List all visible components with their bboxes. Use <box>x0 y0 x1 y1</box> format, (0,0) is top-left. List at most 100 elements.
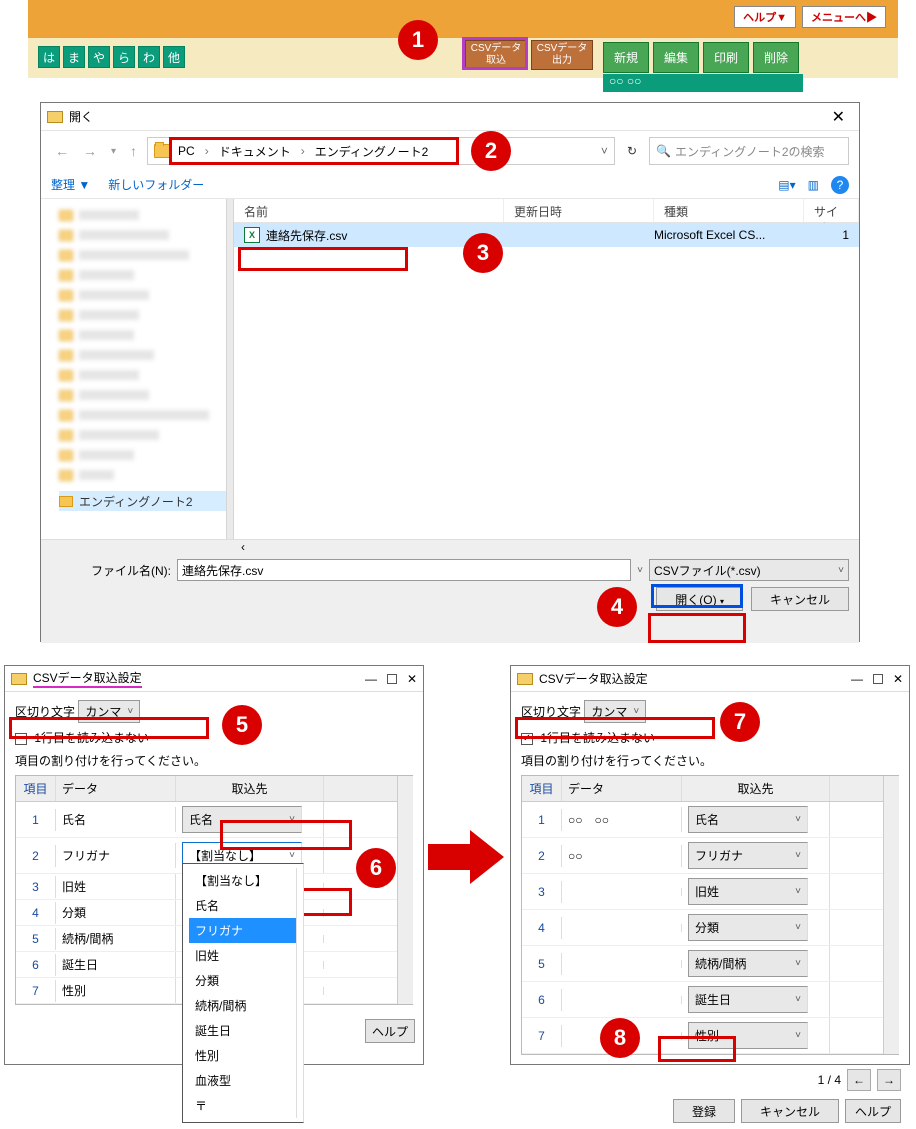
skip-first-checkbox[interactable] <box>15 733 27 745</box>
kana-wa[interactable]: わ <box>138 46 160 68</box>
folder-tree[interactable]: エンディングノート2 <box>41 199 226 539</box>
search-input[interactable]: 🔍 エンディングノート2の検索 <box>649 137 849 165</box>
close-icon[interactable]: ✕ <box>407 672 417 686</box>
kana-ma[interactable]: ま <box>63 46 85 68</box>
target-select[interactable]: 続柄/間柄˅ <box>688 950 808 977</box>
view-icon[interactable]: ▤▾ <box>778 178 795 192</box>
col-name[interactable]: 名前 <box>234 199 504 222</box>
target-select[interactable]: 旧姓˅ <box>688 878 808 905</box>
kana-ha[interactable]: は <box>38 46 60 68</box>
dropdown-option[interactable]: 〒 <box>189 1093 297 1118</box>
target-select[interactable]: 分類˅ <box>688 914 808 941</box>
maximize-icon[interactable] <box>873 674 883 684</box>
address-bar[interactable]: PC› ドキュメント› エンディングノート2 ˅ <box>147 137 615 165</box>
target-select[interactable]: 性別˅ <box>688 1022 808 1049</box>
nav-recent[interactable]: ▾ <box>107 146 120 157</box>
excel-icon: X <box>244 227 260 243</box>
target-select[interactable]: 氏名˅ <box>182 806 302 833</box>
file-name: 連絡先保存.csv <box>266 227 347 244</box>
print-button[interactable]: 印刷 <box>703 42 749 73</box>
delimiter-select[interactable]: カンマ˅ <box>584 700 646 723</box>
dropdown-option[interactable]: 旧姓 <box>189 943 297 968</box>
dropdown-option[interactable]: 分類 <box>189 968 297 993</box>
kana-ra[interactable]: ら <box>113 46 135 68</box>
edit-button[interactable]: 編集 <box>653 42 699 73</box>
skip-first-label: 1行目を読み込まない <box>34 731 149 745</box>
tree-selected[interactable]: エンディングノート2 <box>79 493 193 510</box>
badge-1: 1 <box>398 20 438 60</box>
help-icon[interactable]: ? <box>831 176 849 194</box>
kana-ya[interactable]: や <box>88 46 110 68</box>
table-row: 1氏名氏名˅ <box>16 802 412 838</box>
dropdown-option[interactable]: 誕生日 <box>189 1018 297 1043</box>
badge-4: 4 <box>597 587 637 627</box>
page-prev[interactable]: ← <box>847 1069 871 1091</box>
highlight-3 <box>238 247 408 271</box>
arrow-icon <box>428 822 508 892</box>
badge-7: 7 <box>720 702 760 742</box>
filename-input[interactable] <box>177 559 631 581</box>
refresh-icon[interactable]: ↻ <box>621 144 643 158</box>
file-row[interactable]: X 連絡先保存.csv Microsoft Excel CS... 1 <box>234 223 859 247</box>
dropdown-option[interactable]: 氏名 <box>189 893 297 918</box>
crumb-pc[interactable]: PC <box>178 144 195 158</box>
close-icon[interactable]: ✕ <box>824 107 853 127</box>
target-select[interactable]: 【割当なし】˅【割当なし】氏名フリガナ旧姓分類続柄/間柄誕生日性別血液型〒 <box>182 842 302 869</box>
target-select[interactable]: 誕生日˅ <box>688 986 808 1013</box>
nav-back[interactable]: ← <box>51 143 73 159</box>
help-button[interactable]: ヘルプ <box>365 1019 415 1043</box>
delete-button[interactable]: 削除 <box>753 42 799 73</box>
maximize-icon[interactable] <box>387 674 397 684</box>
dropdown-option[interactable]: 血液型 <box>189 1068 297 1093</box>
col-date[interactable]: 更新日時 <box>504 199 654 222</box>
dropdown-option[interactable]: 性別 <box>189 1043 297 1068</box>
delimiter-select[interactable]: カンマ˅ <box>78 700 140 723</box>
crumb-folder[interactable]: エンディングノート2 <box>315 143 429 160</box>
file-filter[interactable]: CSVファイル(*.csv)˅ <box>649 559 849 581</box>
nav-up[interactable]: ↑ <box>126 143 141 159</box>
badge-5: 5 <box>222 705 262 745</box>
dropdown-option[interactable]: フリガナ <box>189 918 297 943</box>
assign-msg: 項目の割り付けを行ってください。 <box>15 752 413 769</box>
close-icon[interactable]: ✕ <box>893 672 903 686</box>
help-button[interactable]: ヘルプ <box>845 1099 901 1123</box>
dropdown-option[interactable]: 【割当なし】 <box>189 868 297 893</box>
new-folder[interactable]: 新しいフォルダー <box>108 176 204 193</box>
file-type: Microsoft Excel CS... <box>654 228 804 242</box>
menu-button[interactable]: メニューへ▶ <box>802 6 886 28</box>
csv-import-button[interactable]: CSVデータ 取込 <box>465 40 527 70</box>
help-button[interactable]: ヘルプ▼ <box>734 6 796 28</box>
csv-export-button[interactable]: CSVデータ 出力 <box>531 40 593 70</box>
target-select[interactable]: フリガナ˅ <box>688 842 808 869</box>
delimiter-label: 区切り文字 <box>15 705 75 719</box>
cancel-button[interactable]: キャンセル <box>751 587 849 611</box>
nav-fwd[interactable]: → <box>79 143 101 159</box>
target-select[interactable]: 氏名˅ <box>688 806 808 833</box>
kana-other[interactable]: 他 <box>163 46 185 68</box>
new-button[interactable]: 新規 <box>603 42 649 73</box>
register-button[interactable]: 登録 <box>673 1099 735 1123</box>
crumb-documents[interactable]: ドキュメント <box>219 143 291 160</box>
book-icon <box>47 111 63 123</box>
csv-config-right: CSVデータ取込設定 — ✕ 区切り文字 カンマ˅ ✓ 1行目を読み込まない 項… <box>510 665 910 1065</box>
open-button[interactable]: 開く(O) ▾ <box>656 587 743 611</box>
col-size[interactable]: サイズ <box>804 199 859 222</box>
organize-menu[interactable]: 整理 ▼ <box>51 176 90 193</box>
chevron-down-icon[interactable]: ˅ <box>595 144 614 158</box>
file-size: 1 <box>804 228 859 242</box>
badge-3: 3 <box>463 233 503 273</box>
skip-first-checkbox[interactable]: ✓ <box>521 733 533 745</box>
splitter[interactable] <box>226 199 234 539</box>
col-type[interactable]: 種類 <box>654 199 804 222</box>
preview-icon[interactable]: ▥ <box>808 178 819 192</box>
table-row: 2フリガナ【割当なし】˅【割当なし】氏名フリガナ旧姓分類続柄/間柄誕生日性別血液… <box>16 838 412 874</box>
scrollbar[interactable] <box>397 776 413 1004</box>
scrollbar[interactable] <box>883 776 899 1054</box>
open-dialog: 開く ✕ ← → ▾ ↑ PC› ドキュメント› エンディングノート2 ˅ ↻ … <box>40 102 860 642</box>
open-dialog-title: 開く <box>69 108 93 125</box>
search-placeholder: エンディングノート2の検索 <box>675 143 825 160</box>
page-next[interactable]: → <box>877 1069 901 1091</box>
dropdown-option[interactable]: 続柄/間柄 <box>189 993 297 1018</box>
cancel-button[interactable]: キャンセル <box>741 1099 839 1123</box>
circles-strip: ○○ ○○ <box>603 74 803 92</box>
